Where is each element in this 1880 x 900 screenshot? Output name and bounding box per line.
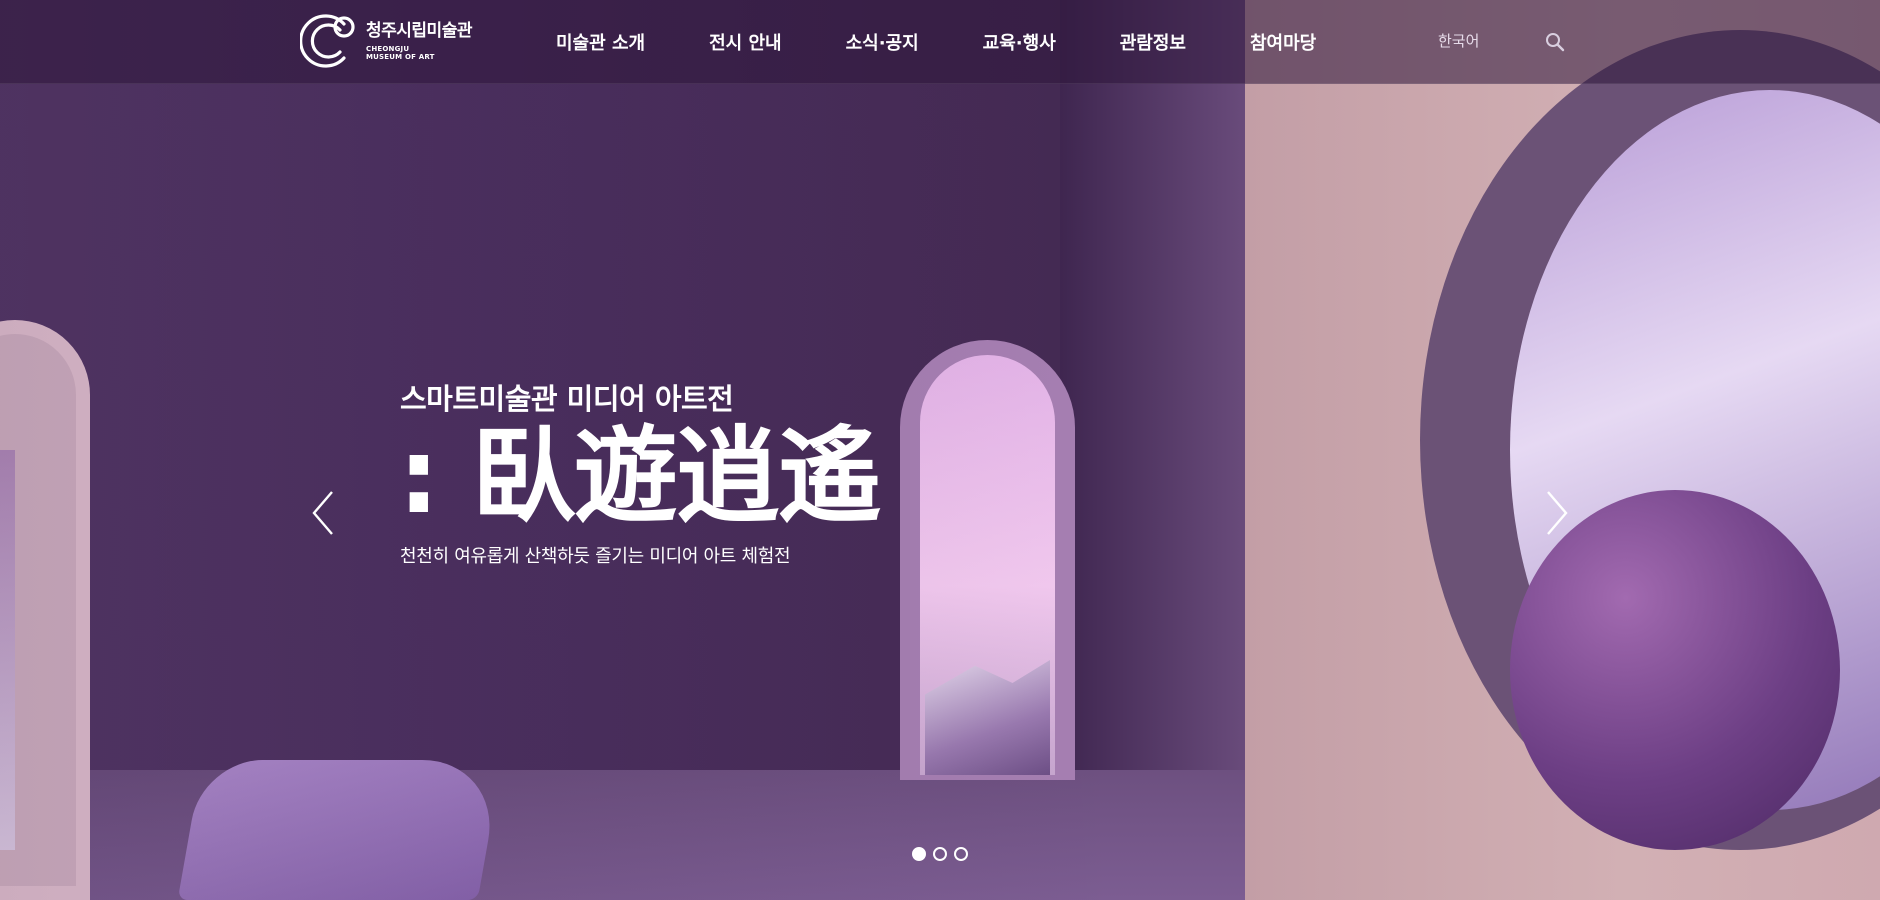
nav-item-participation[interactable]: 참여마당: [1250, 29, 1316, 55]
nav-item-visit-info[interactable]: 관람정보: [1120, 29, 1186, 55]
main-nav: 미술관 소개 전시 안내 소식·공지 교육·행사 관람정보 참여마당: [556, 0, 1316, 84]
nav-item-exhibitions[interactable]: 전시 안내: [709, 29, 782, 55]
logo-text: 청주시립미술관 CHEONGJU MUSEUM OF ART: [366, 21, 472, 61]
chevron-right-icon: [1547, 491, 1568, 535]
site-header: 청주시립미술관 CHEONGJU MUSEUM OF ART 미술관 소개 전시…: [0, 0, 1880, 84]
carousel-prev-button[interactable]: [308, 488, 340, 538]
logo-name-en-1: CHEONGJU: [366, 45, 410, 53]
chevron-left-icon: [312, 491, 333, 535]
logo-name-en-2: MUSEUM OF ART: [366, 53, 435, 61]
language-selector[interactable]: 한국어: [1438, 30, 1479, 51]
logo-name-ko: 청주시립미술관: [366, 21, 472, 41]
carousel-next-button[interactable]: [1540, 488, 1572, 538]
site-logo[interactable]: 청주시립미술관 CHEONGJU MUSEUM OF ART: [300, 10, 472, 72]
carousel-pagination: [912, 847, 968, 861]
slide-title: : 臥遊逍遙: [398, 415, 882, 537]
slide-subtitle: 스마트미술관 미디어 아트전: [400, 382, 734, 416]
carousel-dot-3[interactable]: [954, 847, 968, 861]
nav-item-news[interactable]: 소식·공지: [846, 29, 919, 55]
carousel-dot-2[interactable]: [933, 847, 947, 861]
nav-item-education[interactable]: 교육·행사: [983, 29, 1056, 55]
nav-item-about[interactable]: 미술관 소개: [556, 29, 645, 55]
slide-description: 천천히 여유롭게 산책하듯 즐기는 미디어 아트 체험전: [400, 546, 791, 567]
search-icon: [1546, 33, 1565, 52]
hero-shade: [0, 0, 1880, 900]
carousel-dot-1[interactable]: [912, 847, 926, 861]
hero-banner: [0, 0, 1880, 900]
museum-logo-icon: [300, 14, 355, 68]
search-button[interactable]: [1543, 30, 1567, 54]
